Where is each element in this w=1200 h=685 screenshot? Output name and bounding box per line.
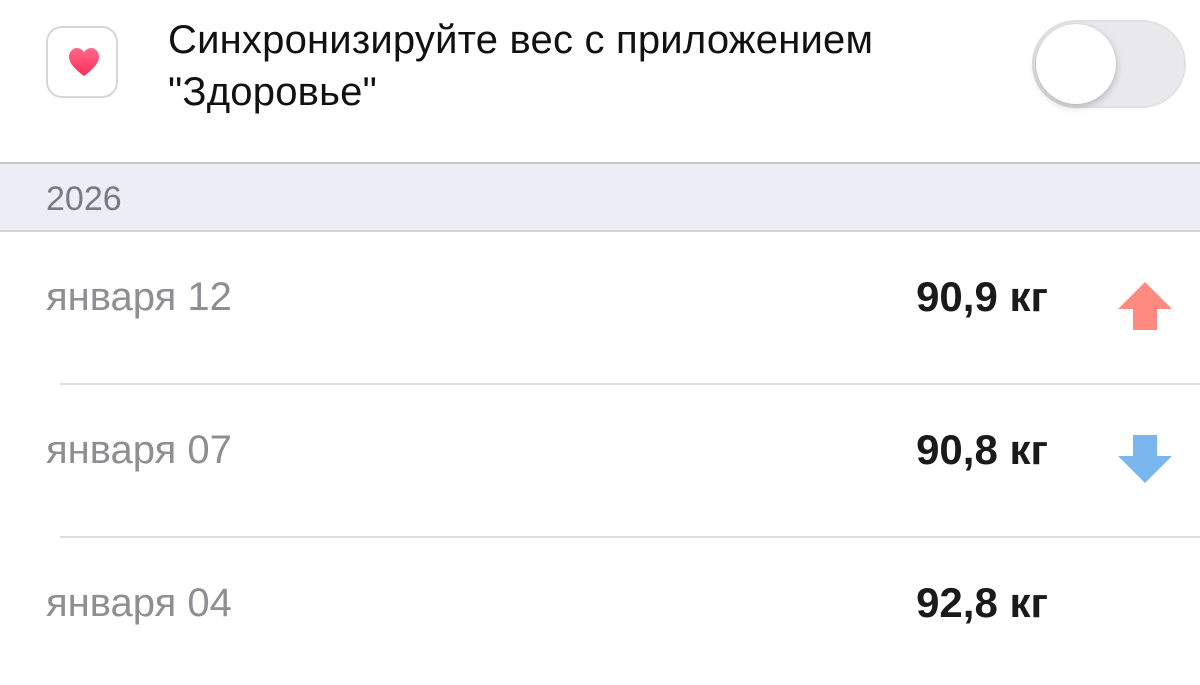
year-section-header: 2026 xyxy=(0,162,1200,232)
arrow-down-icon xyxy=(1116,433,1174,485)
weight-entry-row[interactable]: января 12 90,9 кг xyxy=(0,232,1200,385)
entry-weight: 90,9 кг xyxy=(916,273,1048,320)
weight-entries-list: января 12 90,9 кг января 07 90,8 кг янва… xyxy=(0,232,1200,685)
entry-date: января 04 xyxy=(46,581,232,625)
entry-weight: 90,8 кг xyxy=(916,426,1048,473)
health-sync-toggle[interactable] xyxy=(1032,20,1186,108)
weight-entry-row[interactable]: января 04 92,8 кг xyxy=(0,538,1200,685)
year-section-title: 2026 xyxy=(46,180,122,218)
entry-weight: 92,8 кг xyxy=(916,579,1048,626)
arrow-up-icon xyxy=(1116,280,1174,332)
heart-icon xyxy=(69,48,99,76)
toggle-knob[interactable] xyxy=(1036,24,1116,104)
health-app-icon xyxy=(46,26,118,98)
health-sync-label: Синхронизируйте вес с приложением "Здоро… xyxy=(168,18,874,114)
entry-date: января 12 xyxy=(46,275,232,319)
health-sync-row[interactable]: Синхронизируйте вес с приложением "Здоро… xyxy=(0,0,1200,162)
weight-entry-row[interactable]: января 07 90,8 кг xyxy=(0,385,1200,538)
weight-history-screen: Синхронизируйте вес с приложением "Здоро… xyxy=(0,0,1200,685)
entry-date: января 07 xyxy=(46,428,232,472)
